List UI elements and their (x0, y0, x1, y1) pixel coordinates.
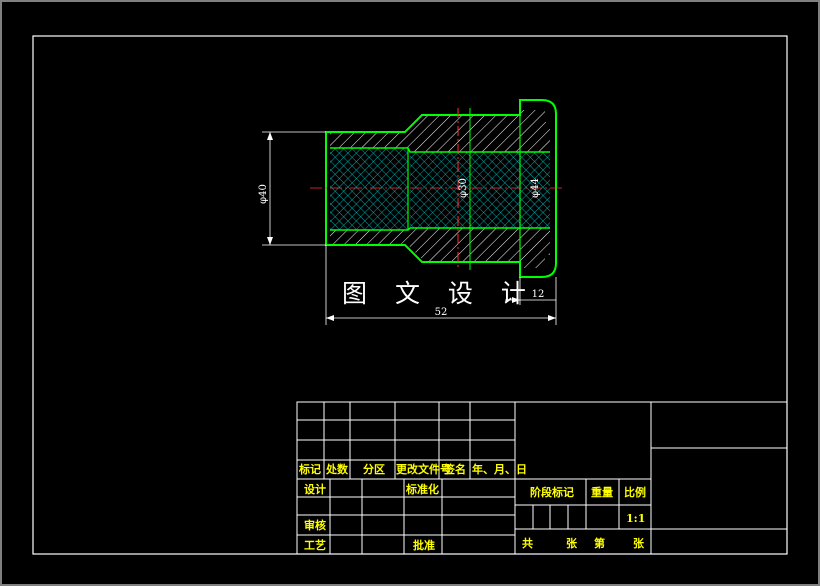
label-change-doc: 更改文件号 (396, 462, 451, 476)
label-standardize: 标准化 (405, 482, 439, 496)
dim-total-length: 52 (435, 307, 448, 318)
crosshatch-region (330, 148, 408, 230)
label-weight: 重量 (591, 485, 613, 499)
label-stage-mark: 阶段标记 (530, 485, 574, 499)
label-approve: 批准 (413, 538, 435, 552)
title-block (296, 401, 788, 555)
cad-drawing: φ40 φ30 φ44 12 52 图 文 设 计 标记 处数 分区 更改文件号… (0, 0, 820, 586)
dim-outer-diameter: φ40 (258, 184, 269, 204)
label-count: 处数 (325, 462, 349, 476)
label-scale: 比例 (624, 485, 646, 499)
label-design: 设计 (304, 482, 326, 496)
label-process: 工艺 (304, 538, 326, 552)
label-zone: 分区 (363, 462, 385, 476)
label-sheets: 张 (566, 536, 578, 550)
label-signature: 签名 (443, 462, 466, 476)
label-scale-value: 1:1 (626, 512, 645, 525)
part-section (310, 99, 565, 278)
label-date: 年、月、日 (472, 462, 527, 476)
label-mark: 标记 (298, 462, 321, 476)
dim-inner-diameter-2: φ44 (530, 178, 541, 198)
watermark: 图 文 设 计 (342, 279, 536, 308)
label-sheet-word: 张 (633, 536, 645, 550)
label-total: 共 (522, 536, 533, 550)
dim-inner-diameter-1: φ30 (458, 178, 469, 198)
label-review: 审核 (304, 518, 326, 532)
label-number: 第 (594, 536, 605, 550)
crosshatch-core (410, 152, 550, 228)
